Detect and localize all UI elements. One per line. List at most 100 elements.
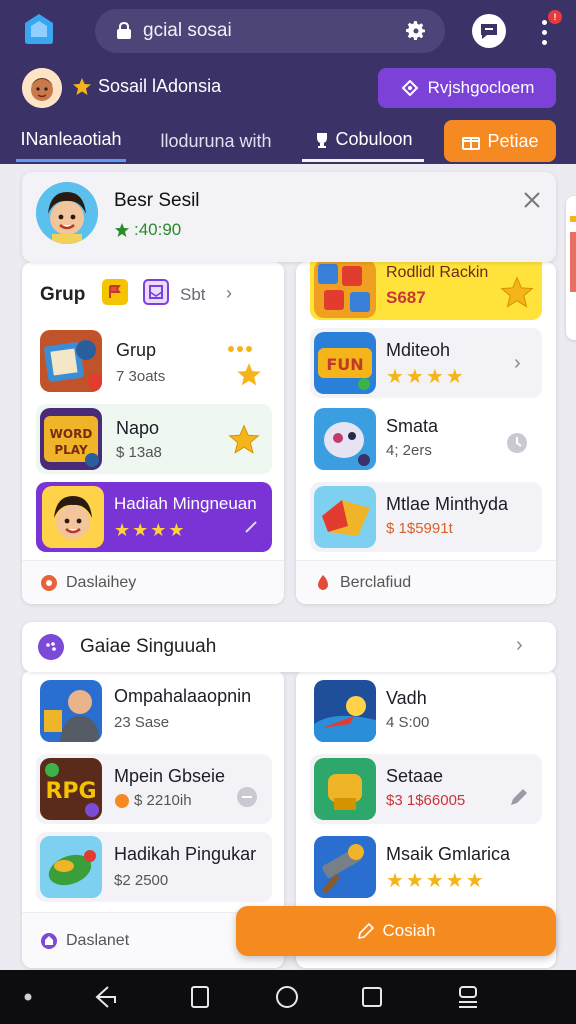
more-dot	[542, 20, 547, 25]
list-item[interactable]: Setaae $3 1$66005	[310, 754, 542, 824]
side-peek-card[interactable]	[566, 196, 576, 340]
primary-action-button[interactable]: Cosiah	[236, 906, 556, 956]
tab-label: Petiae	[487, 130, 539, 151]
list-item-highlighted[interactable]: Hadiah Mingneuan ★★★★	[36, 482, 272, 552]
tab-3[interactable]: Cobuloon	[302, 120, 424, 162]
item-sub: $ 1$5991t	[386, 520, 453, 537]
promo-button[interactable]: Rvjshgocloem	[378, 68, 556, 108]
pencil-icon	[511, 789, 527, 805]
section-header[interactable]: Gaiae Singuuah ›	[22, 622, 556, 672]
profile-points: :40:90	[114, 220, 181, 240]
close-button[interactable]	[518, 186, 546, 214]
star-icon	[237, 363, 261, 386]
item-name: Setaae	[386, 766, 444, 786]
dot-icon	[14, 983, 42, 1011]
list-item[interactable]: Ompahalaaopnin 23 Sase	[36, 676, 272, 746]
overview-button[interactable]	[358, 983, 386, 1011]
coin-icon	[115, 793, 129, 808]
back-button[interactable]	[92, 983, 120, 1011]
search-input[interactable]	[143, 20, 401, 42]
footer-label: Daslanet	[66, 931, 130, 949]
game-thumbnail	[40, 680, 102, 742]
chat-button[interactable]	[472, 14, 506, 48]
chevron-right-icon[interactable]: ›	[226, 283, 232, 304]
coin-icon	[115, 223, 129, 237]
rewards-panel-footer[interactable]: Berclafiud	[296, 560, 556, 604]
item-name: Smata	[386, 416, 439, 436]
game-thumbnail	[42, 486, 104, 548]
list-item[interactable]: Msaik Gmlarica ★★★★★	[310, 832, 542, 902]
list-item[interactable]: RPG Mpein Gbseie $ 2210ih	[36, 754, 272, 824]
item-sub: 4 S:00	[386, 714, 430, 731]
home-nav-button[interactable]	[273, 983, 301, 1011]
more-dot	[542, 30, 547, 35]
group-flag-icon[interactable]	[102, 279, 128, 305]
ticket-icon	[401, 79, 419, 97]
chat-icon	[481, 24, 497, 39]
more-dot	[542, 40, 547, 45]
item-sub: S687	[386, 288, 426, 307]
item-name: Hadiah Mingneuan	[114, 494, 257, 513]
promo-button-label: Rvjshgocloem	[427, 78, 535, 97]
svg-text:WORD: WORD	[50, 427, 93, 441]
home-button[interactable]	[20, 10, 58, 48]
list-item[interactable]: Smata 4; 2ers	[310, 406, 542, 476]
list-item[interactable]: FUN Mditeoh ★★★★ ›	[310, 328, 542, 398]
game-thumbnail	[314, 680, 376, 742]
item-rating: ★★★★★	[386, 870, 486, 892]
item-name: Mpein Gbseie	[114, 766, 226, 786]
game-thumbnail	[314, 260, 376, 318]
group-frame-icon[interactable]	[143, 279, 169, 305]
assist-button[interactable]	[454, 983, 482, 1011]
group-panel-footer[interactable]: Daslaihey	[22, 560, 284, 604]
item-name: Ompahalaaopnin	[114, 686, 252, 706]
item-sub: $2 2500	[114, 872, 169, 889]
svg-text:RPG: RPG	[45, 779, 96, 804]
edit-icon	[357, 922, 374, 940]
list-item[interactable]: Hadikah Pingukar $2 2500	[36, 832, 272, 902]
list-item[interactable]: WORD PLAY Napo $ 13a8	[36, 404, 272, 474]
item-name: Vadh	[386, 688, 427, 708]
square-icon	[191, 986, 209, 1008]
game-thumbnail: FUN	[314, 332, 376, 394]
star-icon	[228, 346, 252, 352]
list-item-highlighted[interactable]: Rodlidl Rackin S687	[310, 260, 542, 320]
home-icon	[41, 932, 57, 949]
profile-avatar[interactable]	[36, 182, 98, 244]
primary-action-label: Cosiah	[382, 921, 436, 940]
square-icon	[362, 987, 382, 1007]
item-sub: 7 3oats	[116, 368, 166, 385]
brand: Sosail lAdonsia	[72, 76, 221, 97]
group-sort-label[interactable]: Sbt	[180, 285, 206, 305]
avatar[interactable]	[22, 68, 62, 108]
list-item[interactable]: Vadh 4 S:00	[310, 676, 542, 746]
item-sub: 23 Sase	[114, 714, 170, 731]
item-rating: ★★★★	[114, 520, 187, 540]
recents-button[interactable]	[186, 983, 214, 1011]
tab-4[interactable]: Petiae	[444, 120, 556, 162]
list-item[interactable]: Grup 7 3oats	[36, 326, 272, 396]
star-icon	[228, 424, 260, 454]
item-name: Hadikah Pingukar	[114, 844, 257, 864]
lock-icon	[113, 20, 135, 42]
item-name: Napo	[116, 418, 160, 438]
search-bar[interactable]	[95, 9, 445, 53]
star-icon	[73, 77, 91, 95]
tab-2[interactable]: lloduruna with	[148, 120, 284, 162]
item-name: Mditeoh	[386, 340, 451, 360]
clock-icon	[237, 787, 257, 807]
list-item[interactable]: Mtlae Minthyda $ 1$5991t	[310, 482, 542, 552]
tab-label: lloduruna with	[160, 130, 272, 151]
gear-icon[interactable]	[401, 16, 431, 46]
home-icon	[25, 14, 53, 44]
system-nav-bar	[0, 970, 576, 1024]
top-app-bar: ! Sosail lAdonsia Rvjshgocloem INanleaot…	[0, 0, 576, 164]
brand-name: Sosail lAdonsia	[98, 76, 222, 96]
item-name: Msaik Gmlarica	[386, 844, 511, 864]
tab-label: INanleaotiah	[20, 129, 122, 149]
tab-1[interactable]: INanleaotiah	[16, 120, 126, 162]
item-name: Mtlae Minthyda	[386, 494, 509, 514]
game-thumbnail	[40, 330, 102, 392]
badge-icon	[570, 216, 576, 292]
flame-icon	[318, 574, 328, 590]
